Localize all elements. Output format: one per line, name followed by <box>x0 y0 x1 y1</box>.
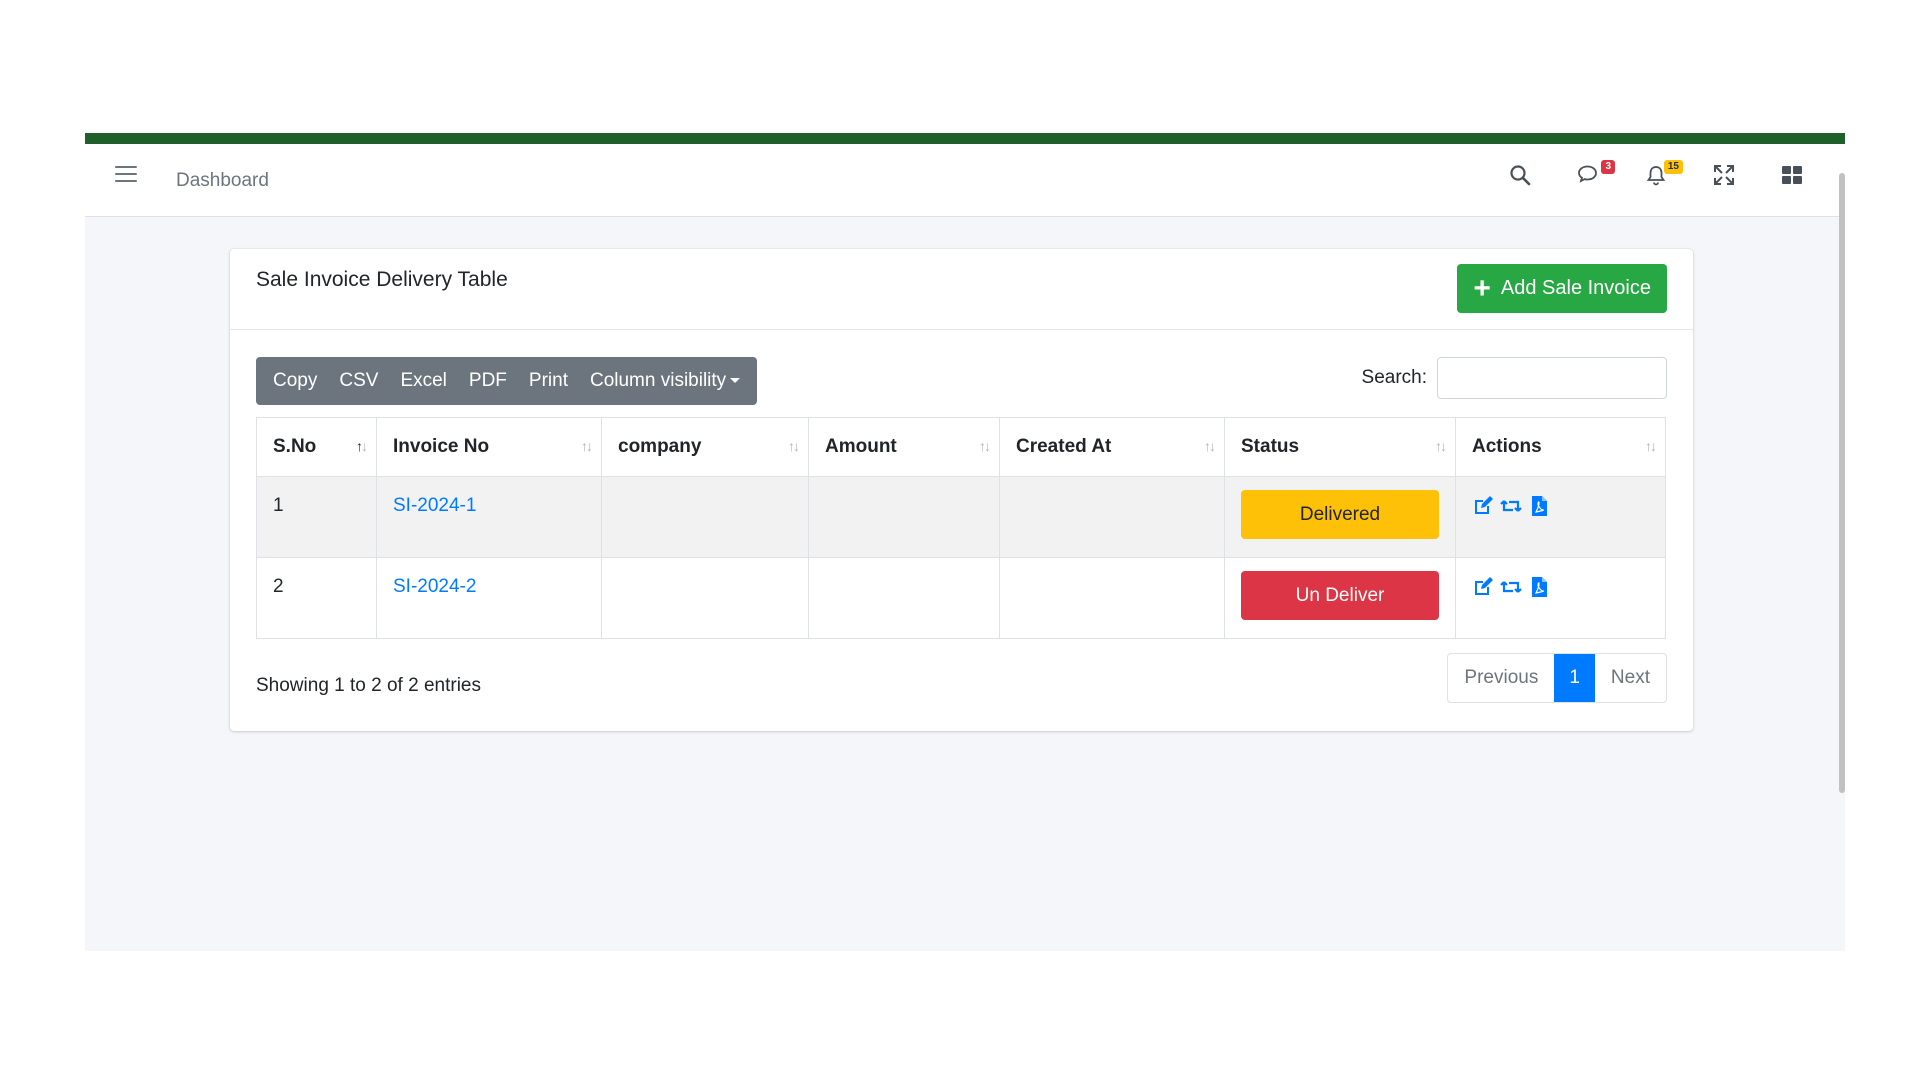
card-title: Sale Invoice Delivery Table <box>256 268 508 291</box>
sort-icon: ↑↓ <box>979 438 991 454</box>
messages-badge: 3 <box>1601 160 1615 174</box>
search-icon[interactable] <box>1507 162 1533 188</box>
expand-icon[interactable] <box>1711 162 1737 188</box>
add-sale-invoice-label: Add Sale Invoice <box>1500 277 1651 299</box>
row-actions <box>1472 495 1649 517</box>
invoice-link[interactable]: SI-2024-1 <box>393 495 476 516</box>
navbar-icons: 3 15 <box>1507 160 1805 188</box>
next-page-button[interactable]: Next <box>1595 654 1666 702</box>
sort-icon: ↑↓ <box>1435 438 1447 454</box>
search-label: Search: <box>1361 367 1427 388</box>
plus-icon: + <box>1473 271 1491 305</box>
header-label: Status <box>1241 436 1300 457</box>
header-label: Created At <box>1016 436 1112 457</box>
cell-status: Delivered <box>1224 476 1456 558</box>
pdf-file-icon[interactable] <box>1528 576 1550 598</box>
status-delivered-button[interactable]: Delivered <box>1241 490 1439 539</box>
excel-button[interactable]: Excel <box>389 357 457 405</box>
copy-button[interactable]: Copy <box>262 357 328 405</box>
cell-company <box>601 557 809 639</box>
nav-title[interactable]: Dashboard <box>176 170 269 192</box>
table-info: Showing 1 to 2 of 2 entries <box>256 675 481 696</box>
column-visibility-label: Column visibility <box>589 370 727 391</box>
cell-status: Un Deliver <box>1224 557 1456 639</box>
print-button[interactable]: Print <box>518 357 579 405</box>
table-row: 1 SI-2024-1 Delivered <box>256 476 1666 558</box>
notifications-badge: 15 <box>1663 160 1683 174</box>
sort-asc-icon: ↑↓ <box>356 438 368 454</box>
top-accent-bar <box>85 133 1845 144</box>
cell-actions <box>1455 557 1666 639</box>
invoice-table: S.No ↑↓ Invoice No ↑↓ company ↑↓ Amount ↑↓ C… <box>256 417 1666 639</box>
app-frame: Dashboard 3 15 Sale Invoice Delivery Tab… <box>85 133 1845 951</box>
cell-sno: 1 <box>256 476 377 558</box>
header-invoice-no[interactable]: Invoice No ↑↓ <box>376 417 602 477</box>
card-header: Sale Invoice Delivery Table + Add Sale I… <box>230 249 1693 330</box>
sort-icon: ↑↓ <box>581 438 593 454</box>
sort-icon: ↑↓ <box>1204 438 1216 454</box>
header-company[interactable]: company ↑↓ <box>601 417 809 477</box>
header-label: S.No <box>273 436 317 457</box>
invoice-link[interactable]: SI-2024-2 <box>393 576 476 597</box>
column-visibility-button[interactable]: Column visibility <box>579 357 751 405</box>
grid-icon[interactable] <box>1779 162 1805 188</box>
header-label: Actions <box>1472 436 1542 457</box>
pagination: Previous 1 Next <box>1447 653 1667 703</box>
header-created-at[interactable]: Created At ↑↓ <box>999 417 1225 477</box>
cell-amount <box>808 476 1000 558</box>
header-label: Amount <box>825 436 897 457</box>
pdf-button[interactable]: PDF <box>458 357 518 405</box>
header-amount[interactable]: Amount ↑↓ <box>808 417 1000 477</box>
table-header-row: S.No ↑↓ Invoice No ↑↓ company ↑↓ Amount ↑↓ C… <box>256 417 1666 477</box>
row-actions <box>1472 576 1649 598</box>
cell-amount <box>808 557 1000 639</box>
edit-icon[interactable] <box>1472 576 1494 598</box>
page-1-button[interactable]: 1 <box>1554 654 1595 702</box>
cell-invoice-no: SI-2024-2 <box>376 557 602 639</box>
cell-actions <box>1455 476 1666 558</box>
add-sale-invoice-button[interactable]: + Add Sale Invoice <box>1457 264 1667 313</box>
navbar: Dashboard 3 15 <box>85 144 1845 217</box>
cell-company <box>601 476 809 558</box>
cell-created-at <box>999 557 1225 639</box>
header-sno[interactable]: S.No ↑↓ <box>256 417 377 477</box>
sort-icon: ↑↓ <box>788 438 800 454</box>
caret-down-icon <box>730 378 741 384</box>
csv-button[interactable]: CSV <box>328 357 389 405</box>
sale-invoice-card: Sale Invoice Delivery Table + Add Sale I… <box>230 249 1693 731</box>
header-actions[interactable]: Actions ↑↓ <box>1455 417 1666 477</box>
pdf-file-icon[interactable] <box>1528 495 1550 517</box>
retweet-icon[interactable] <box>1500 495 1522 517</box>
page-scrollbar[interactable] <box>1839 173 1845 793</box>
sort-icon: ↑↓ <box>1645 438 1657 454</box>
cell-invoice-no: SI-2024-1 <box>376 476 602 558</box>
previous-page-button[interactable]: Previous <box>1448 654 1554 702</box>
header-status[interactable]: Status ↑↓ <box>1224 417 1456 477</box>
status-undeliver-button[interactable]: Un Deliver <box>1241 571 1439 620</box>
search-box: Search: <box>1362 357 1667 399</box>
export-button-group: Copy CSV Excel PDF Print Column visibili… <box>256 357 758 405</box>
header-label: Invoice No <box>393 436 490 457</box>
cell-sno: 2 <box>256 557 377 639</box>
hamburger-icon[interactable] <box>115 166 137 184</box>
bell-icon[interactable]: 15 <box>1643 160 1683 188</box>
search-input[interactable] <box>1437 357 1667 399</box>
edit-icon[interactable] <box>1472 495 1494 517</box>
table-row: 2 SI-2024-2 Un Deliver <box>256 557 1666 639</box>
cell-created-at <box>999 476 1225 558</box>
retweet-icon[interactable] <box>1500 576 1522 598</box>
header-label: company <box>618 436 702 457</box>
comments-icon[interactable]: 3 <box>1575 160 1615 188</box>
